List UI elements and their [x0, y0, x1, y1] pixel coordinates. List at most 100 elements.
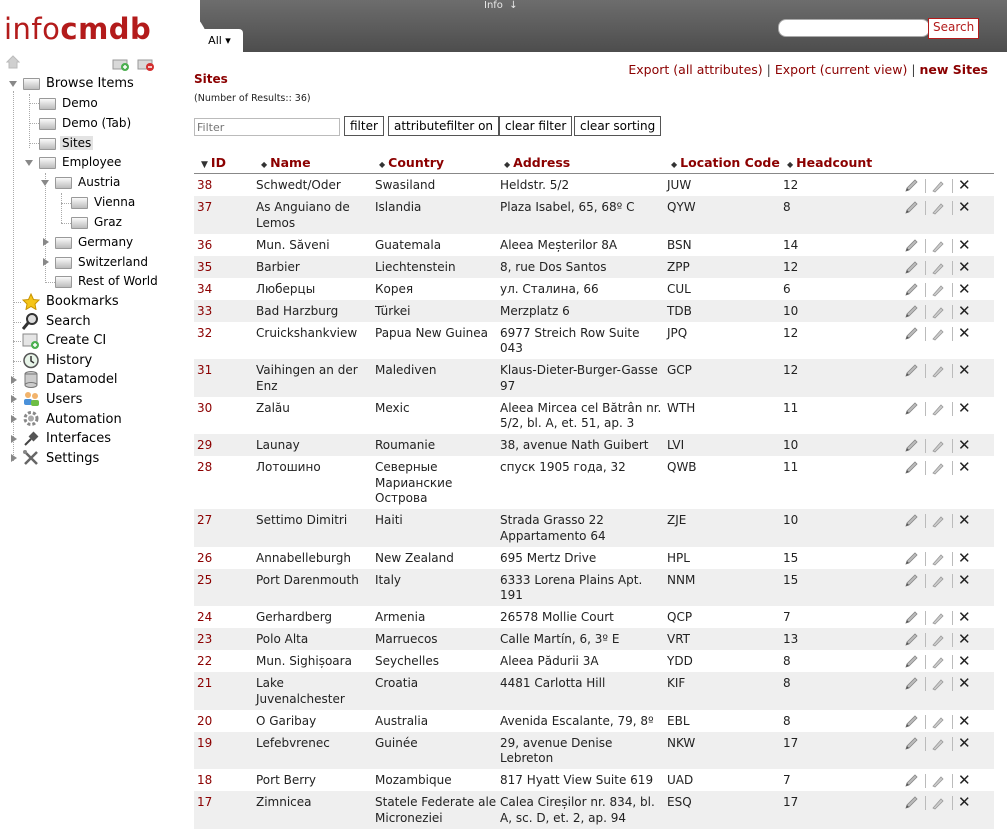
- close-icon[interactable]: ✕: [958, 571, 971, 589]
- table-row[interactable]: 33 Bad Harzburg Türkei Merzplatz 6 TDB 10 ✕: [194, 299, 994, 322]
- pen-icon[interactable]: [931, 364, 947, 378]
- cell-id[interactable]: 31: [197, 363, 212, 379]
- close-icon[interactable]: ✕: [958, 652, 971, 670]
- pen-icon[interactable]: [931, 655, 947, 669]
- tree-graz[interactable]: Graz: [94, 213, 122, 232]
- pen-icon[interactable]: [931, 283, 947, 297]
- table-row[interactable]: 17 Zimnicea Statele Federate ale Micronezie…: [194, 791, 994, 829]
- filter-input[interactable]: [194, 118, 340, 136]
- close-icon[interactable]: ✕: [958, 236, 971, 254]
- pen-icon[interactable]: [931, 461, 947, 475]
- expand-datamodel-icon[interactable]: [11, 376, 17, 384]
- table-row[interactable]: 27 Settimo Dimitri Haiti Strada Grasso 22 Ap…: [194, 509, 994, 547]
- nav-interfaces[interactable]: Interfaces: [46, 429, 111, 448]
- cell-id[interactable]: 36: [197, 238, 212, 254]
- pen-icon[interactable]: [931, 633, 947, 647]
- close-icon[interactable]: ✕: [958, 712, 971, 730]
- nav-history[interactable]: History: [46, 351, 92, 370]
- close-icon[interactable]: ✕: [958, 793, 971, 811]
- pencil-icon[interactable]: [904, 736, 920, 751]
- table-row[interactable]: 34 Люберцы Корея ул. Сталина, 66 CUL 6 ✕: [194, 278, 994, 300]
- table-row[interactable]: 32 Cruickshankview Papua New Guinea 6977 St…: [194, 322, 994, 360]
- pen-icon[interactable]: [931, 201, 947, 215]
- pencil-icon[interactable]: [904, 304, 920, 319]
- cell-id[interactable]: 20: [197, 714, 212, 730]
- table-row[interactable]: 38 Schwedt/Oder Swasiland Heldstr. 5/2 JUW 12…: [194, 174, 994, 196]
- nav-search[interactable]: Search: [46, 312, 91, 331]
- pen-icon[interactable]: [931, 774, 947, 788]
- cell-id[interactable]: 35: [197, 260, 212, 276]
- clear-sorting-button[interactable]: clear sorting: [574, 116, 662, 136]
- export-current-link[interactable]: Export (current view): [775, 62, 908, 77]
- pen-icon[interactable]: [931, 514, 947, 528]
- cell-id[interactable]: 33: [197, 304, 212, 320]
- tree-browse-items[interactable]: Browse Items: [46, 74, 134, 93]
- cell-id[interactable]: 28: [197, 460, 212, 476]
- nav-settings[interactable]: Settings: [46, 449, 99, 468]
- cell-id[interactable]: 34: [197, 282, 212, 298]
- pencil-icon[interactable]: [904, 573, 920, 588]
- cell-id[interactable]: 37: [197, 200, 212, 216]
- close-icon[interactable]: ✕: [958, 302, 971, 320]
- tree-employee[interactable]: Employee: [62, 153, 121, 172]
- pen-icon[interactable]: [931, 179, 947, 193]
- nav-datamodel[interactable]: Datamodel: [46, 370, 118, 389]
- cell-id[interactable]: 29: [197, 438, 212, 454]
- expand-employee-icon[interactable]: [25, 160, 33, 166]
- add-folder-icon[interactable]: [112, 57, 130, 71]
- pencil-icon[interactable]: [904, 677, 920, 691]
- app-logo[interactable]: infocmdb: [4, 12, 151, 46]
- tree-switzerland[interactable]: Switzerland: [78, 253, 148, 272]
- expand-automation-icon[interactable]: [11, 415, 17, 423]
- expand-austria-icon[interactable]: [41, 180, 49, 186]
- pen-icon[interactable]: [931, 327, 947, 341]
- pen-icon[interactable]: [931, 737, 947, 751]
- filter-button[interactable]: filter: [344, 116, 384, 136]
- cell-id[interactable]: 24: [197, 610, 212, 626]
- pencil-icon[interactable]: [904, 439, 920, 453]
- pen-icon[interactable]: [931, 305, 947, 319]
- column-header-id[interactable]: ▼ ID: [201, 155, 226, 170]
- tree-vienna[interactable]: Vienna: [94, 193, 135, 212]
- clear-filter-button[interactable]: clear filter: [499, 116, 573, 136]
- pencil-icon[interactable]: [904, 179, 920, 193]
- search-button[interactable]: Search: [928, 18, 980, 39]
- cell-id[interactable]: 27: [197, 513, 212, 529]
- close-icon[interactable]: ✕: [958, 549, 971, 567]
- nav-users[interactable]: Users: [46, 390, 82, 409]
- tree-austria[interactable]: Austria: [78, 173, 120, 192]
- table-row[interactable]: 26 Annabelleburgh New Zealand 695 Mertz Dri…: [194, 547, 994, 569]
- expand-browse-items-icon[interactable]: [9, 81, 17, 87]
- close-icon[interactable]: ✕: [958, 361, 971, 379]
- pencil-icon[interactable]: [904, 260, 920, 275]
- pencil-icon[interactable]: [904, 551, 920, 566]
- cell-id[interactable]: 17: [197, 795, 212, 811]
- pencil-icon[interactable]: [904, 364, 920, 378]
- cell-id[interactable]: 38: [197, 178, 212, 194]
- column-header-location-code[interactable]: ◆ Location Code: [671, 155, 780, 170]
- close-icon[interactable]: ✕: [958, 511, 971, 529]
- cell-id[interactable]: 32: [197, 326, 212, 342]
- table-row[interactable]: 22 Mun. Sighișoara Seychelles Aleea Pădurii…: [194, 650, 994, 672]
- search-input[interactable]: [778, 19, 930, 37]
- pencil-icon[interactable]: [904, 461, 920, 475]
- close-icon[interactable]: ✕: [958, 198, 971, 216]
- pencil-icon[interactable]: [904, 796, 920, 810]
- pencil-icon[interactable]: [904, 514, 920, 528]
- nav-automation[interactable]: Automation: [46, 410, 122, 429]
- table-row[interactable]: 21 Lake Juvenalchester Croatia 4481 Carlotta…: [194, 672, 994, 710]
- pencil-icon[interactable]: [904, 401, 920, 416]
- close-icon[interactable]: ✕: [958, 734, 971, 752]
- cell-id[interactable]: 30: [197, 401, 212, 417]
- cell-id[interactable]: 21: [197, 676, 212, 692]
- pencil-icon[interactable]: [904, 282, 920, 297]
- pencil-icon[interactable]: [904, 633, 920, 647]
- close-icon[interactable]: ✕: [958, 399, 971, 417]
- table-row[interactable]: 37 As Anguiano de Lemos Islandia Plaza Isabe…: [194, 196, 994, 234]
- tree-sites[interactable]: Sites: [60, 134, 94, 153]
- export-all-link[interactable]: Export (all attributes): [628, 62, 762, 77]
- close-icon[interactable]: ✕: [958, 630, 971, 648]
- tree-rest-of-world[interactable]: Rest of World: [78, 272, 158, 291]
- pen-icon[interactable]: [931, 796, 947, 810]
- table-row[interactable]: 30 Zalău Mexic Aleea Mircea cel Bătrân nr. 5…: [194, 397, 994, 435]
